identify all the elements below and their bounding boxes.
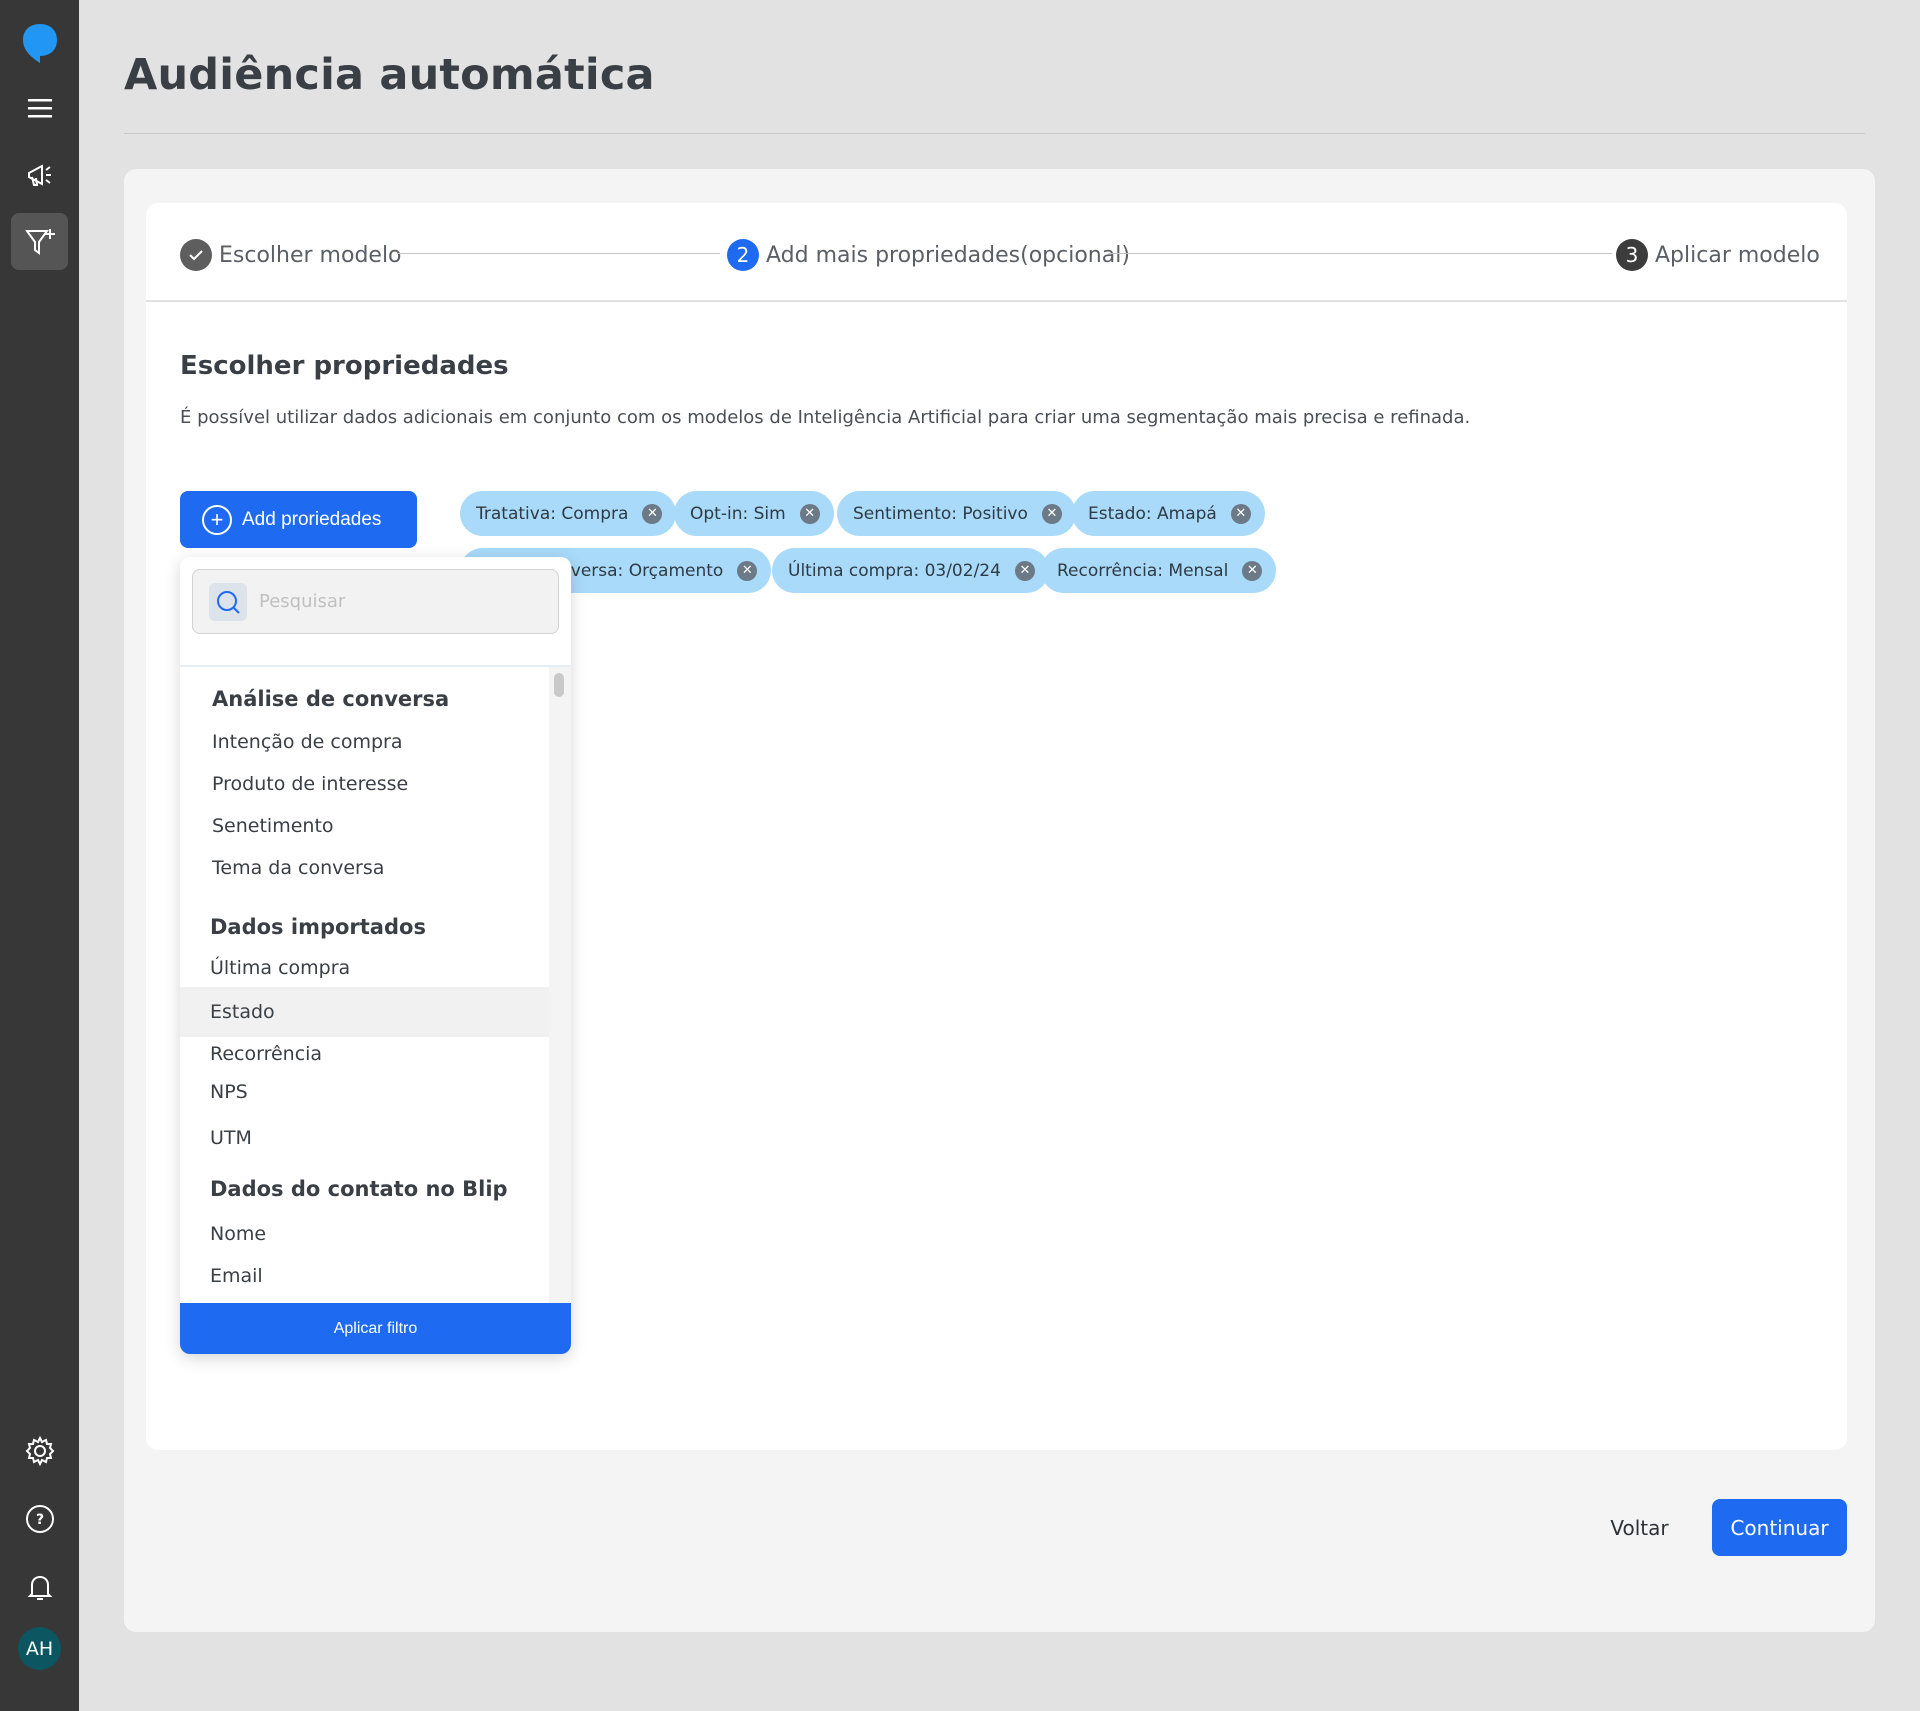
step-1[interactable]: Escolher modelo	[180, 238, 402, 272]
step-2-number: 2	[727, 239, 759, 271]
list-item[interactable]: Última compra	[180, 947, 549, 989]
list-item[interactable]: Nome	[180, 1213, 549, 1255]
sidebar: ? AH	[0, 0, 79, 1711]
stepper: Escolher modelo 2 Add mais propriedades(…	[146, 203, 1847, 302]
step-3-number: 3	[1616, 239, 1648, 271]
close-icon[interactable]: ✕	[1230, 503, 1251, 524]
step-3-label: Aplicar modelo	[1655, 242, 1820, 268]
chip-label: Tratativa: Compra	[476, 503, 629, 524]
filter-chip[interactable]: Tratativa: Compra ✕	[460, 491, 677, 536]
chip-label: Recorrência: Mensal	[1057, 560, 1229, 581]
continue-button[interactable]: Continuar	[1712, 1499, 1847, 1556]
add-properties-label: Add proriedades	[242, 508, 382, 530]
bell-icon[interactable]	[11, 1558, 68, 1615]
close-icon[interactable]: ✕	[642, 503, 663, 524]
search-input[interactable]	[259, 591, 539, 612]
back-button[interactable]: Voltar	[1582, 1499, 1697, 1556]
list-item[interactable]: Email	[180, 1255, 549, 1297]
scrollbar-thumb[interactable]	[554, 673, 564, 697]
list-item[interactable]: UTM	[180, 1117, 549, 1159]
page-title: Audiência automática	[124, 50, 655, 100]
close-icon[interactable]: ✕	[1242, 560, 1263, 581]
add-properties-button[interactable]: + Add proriedades	[180, 491, 417, 548]
list-item[interactable]: Estado	[180, 987, 549, 1037]
chip-label: Estado: Amapá	[1088, 503, 1217, 524]
list-item[interactable]: Intenção de compra	[180, 721, 549, 763]
filter-add-icon[interactable]	[11, 213, 68, 270]
properties-dropdown: Análise de conversa Intenção de compra P…	[180, 557, 571, 1354]
filter-chip[interactable]: Opt-in: Sim ✕	[674, 491, 834, 536]
group-title: Dados importados	[210, 915, 426, 939]
step-1-label: Escolher modelo	[219, 242, 402, 268]
check-icon	[180, 239, 212, 271]
close-icon[interactable]: ✕	[799, 503, 820, 524]
scrollbar[interactable]	[549, 667, 571, 1303]
close-icon[interactable]: ✕	[1041, 503, 1062, 524]
step-2[interactable]: 2 Add mais propriedades(opcional)	[727, 238, 1130, 272]
group-title: Análise de conversa	[212, 687, 450, 711]
list-item[interactable]: Senetimento	[180, 805, 549, 847]
apply-filter-button[interactable]: Aplicar filtro	[180, 1303, 571, 1354]
help-icon[interactable]: ?	[11, 1490, 68, 1547]
section-description: É possível utilizar dados adicionais em …	[180, 407, 1471, 428]
section-title: Escolher propriedades	[180, 351, 509, 381]
header-divider	[124, 133, 1865, 134]
filter-chip[interactable]: Recorrência: Mensal ✕	[1041, 548, 1277, 593]
chip-label: Sentimento: Positivo	[853, 503, 1028, 524]
filter-chip[interactable]: Estado: Amapá ✕	[1072, 491, 1265, 536]
megaphone-icon[interactable]	[11, 146, 68, 203]
chip-label: nversa: Orçamento	[560, 560, 724, 581]
filter-chip[interactable]: Última compra: 03/02/24 ✕	[772, 548, 1049, 593]
step-connector	[398, 253, 720, 254]
list-item[interactable]: NPS	[180, 1071, 549, 1113]
avatar[interactable]: AH	[18, 1627, 61, 1670]
list-item[interactable]: Produto de interesse	[180, 763, 549, 805]
gear-icon[interactable]	[11, 1422, 68, 1479]
group-title: Dados do contato no Blip	[210, 1177, 508, 1201]
close-icon[interactable]: ✕	[1014, 560, 1035, 581]
filter-chip[interactable]: Sentimento: Positivo ✕	[837, 491, 1076, 536]
menu-icon[interactable]	[11, 79, 68, 136]
close-icon[interactable]: ✕	[737, 560, 758, 581]
chip-label: Opt-in: Sim	[690, 503, 786, 524]
list-item[interactable]: Recorrência	[180, 1033, 549, 1075]
step-connector	[1108, 253, 1612, 254]
blip-logo-icon[interactable]	[11, 14, 68, 71]
step-3[interactable]: 3 Aplicar modelo	[1616, 238, 1820, 272]
search-field[interactable]	[192, 569, 559, 634]
chip-label: Última compra: 03/02/24	[788, 560, 1001, 581]
property-list: Análise de conversa Intenção de compra P…	[180, 667, 549, 1303]
step-2-label: Add mais propriedades(opcional)	[766, 242, 1130, 268]
list-item[interactable]: Tema da conversa	[180, 847, 549, 889]
search-icon	[209, 582, 247, 621]
plus-circle-icon: +	[202, 504, 232, 535]
svg-text:?: ?	[35, 1512, 43, 1528]
avatar-initials: AH	[25, 1637, 54, 1660]
